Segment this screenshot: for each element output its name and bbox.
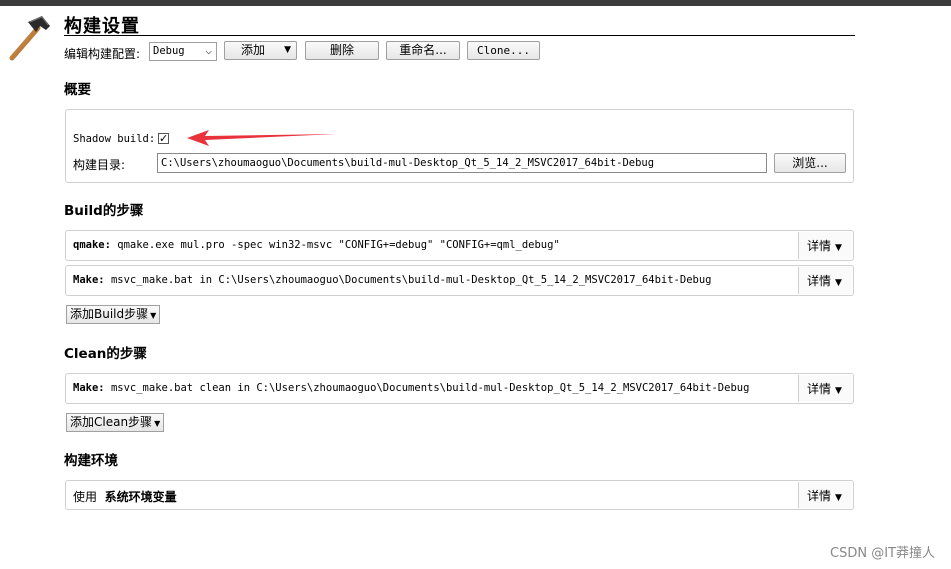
- window-top-bar: [0, 0, 951, 6]
- details-label: 详情: [807, 382, 832, 396]
- config-label: 编辑构建配置:: [64, 47, 141, 61]
- browse-button[interactable]: 浏览...: [774, 153, 846, 173]
- details-label: 详情: [807, 239, 832, 253]
- build-dir-label: 构建目录:: [73, 158, 126, 172]
- shadow-build-label: Shadow build:: [73, 133, 156, 145]
- config-select-value: Debug: [153, 45, 185, 57]
- build-step-make: Make: msvc_make.bat in C:\Users\zhoumaog…: [65, 265, 854, 296]
- clean-steps-heading: Clean的步骤: [64, 346, 147, 362]
- add-clean-step-label: 添加Clean步骤: [70, 415, 153, 429]
- triangle-down-icon: ▼: [835, 243, 842, 253]
- overview-panel: Shadow build: ✓ 构建目录: C:\Users\zhoumaogu…: [65, 109, 854, 183]
- env-use-label: 使用: [73, 490, 98, 504]
- dropdown-arrow-icon: ▼: [284, 45, 291, 55]
- step-name: Make:: [73, 382, 105, 394]
- build-steps-heading: Build的步骤: [64, 203, 144, 219]
- dropdown-arrow-icon: ▼: [154, 419, 161, 428]
- triangle-down-icon: ▼: [835, 278, 842, 288]
- dropdown-arrow-icon: ▼: [150, 311, 157, 320]
- build-env-panel: 使用 系统环境变量 详情 ▼: [65, 480, 854, 510]
- add-clean-step-button[interactable]: 添加Clean步骤 ▼: [66, 413, 165, 432]
- build-step-text: Make: msvc_make.bat in C:\Users\zhoumaog…: [73, 274, 711, 286]
- step-name: Make:: [73, 274, 105, 286]
- overview-heading: 概要: [64, 82, 91, 98]
- delete-config-button[interactable]: 删除: [305, 41, 379, 60]
- title-divider: [64, 35, 855, 36]
- config-select[interactable]: Debug ⌵: [149, 42, 217, 61]
- step-command: msvc_make.bat clean in C:\Users\zhoumaog…: [110, 382, 750, 394]
- clone-config-button[interactable]: Clone...: [467, 41, 540, 60]
- clean-step-text: Make: msvc_make.bat clean in C:\Users\zh…: [73, 382, 749, 394]
- chevron-down-icon: ⌵: [205, 44, 212, 57]
- hammer-icon: [9, 16, 50, 61]
- details-toggle-button[interactable]: 详情 ▼: [798, 375, 852, 402]
- details-toggle-button[interactable]: 详情 ▼: [798, 482, 852, 508]
- red-arrow-annotation: [187, 130, 337, 146]
- step-name: qmake:: [73, 239, 111, 251]
- build-step-text: qmake: qmake.exe mul.pro -spec win32-msv…: [73, 239, 560, 251]
- env-text: 使用 系统环境变量: [73, 488, 177, 505]
- details-label: 详情: [807, 489, 832, 503]
- add-build-step-button[interactable]: 添加Build步骤 ▼: [66, 305, 161, 324]
- details-toggle-button[interactable]: 详情 ▼: [798, 267, 852, 294]
- env-name: 系统环境变量: [104, 490, 177, 504]
- shadow-build-checkbox[interactable]: ✓: [158, 133, 169, 144]
- add-build-step-label: 添加Build步骤: [70, 307, 149, 321]
- add-config-label: 添加: [241, 43, 266, 57]
- build-dir-input[interactable]: C:\Users\zhoumaoguo\Documents\build-mul-…: [157, 153, 767, 173]
- triangle-down-icon: ▼: [835, 493, 842, 503]
- watermark: CSDN @IT莽撞人: [830, 546, 935, 561]
- triangle-down-icon: ▼: [835, 386, 842, 396]
- details-toggle-button[interactable]: 详情 ▼: [798, 232, 852, 259]
- step-command: qmake.exe mul.pro -spec win32-msvc "CONF…: [117, 239, 560, 251]
- step-command: msvc_make.bat in C:\Users\zhoumaoguo\Doc…: [110, 274, 712, 286]
- build-step-qmake: qmake: qmake.exe mul.pro -spec win32-msv…: [65, 230, 854, 261]
- details-label: 详情: [807, 274, 832, 288]
- add-config-button[interactable]: 添加 ▼: [224, 41, 297, 60]
- rename-config-button[interactable]: 重命名...: [386, 41, 460, 60]
- build-env-heading: 构建环境: [64, 453, 118, 469]
- clean-step-make: Make: msvc_make.bat clean in C:\Users\zh…: [65, 373, 854, 404]
